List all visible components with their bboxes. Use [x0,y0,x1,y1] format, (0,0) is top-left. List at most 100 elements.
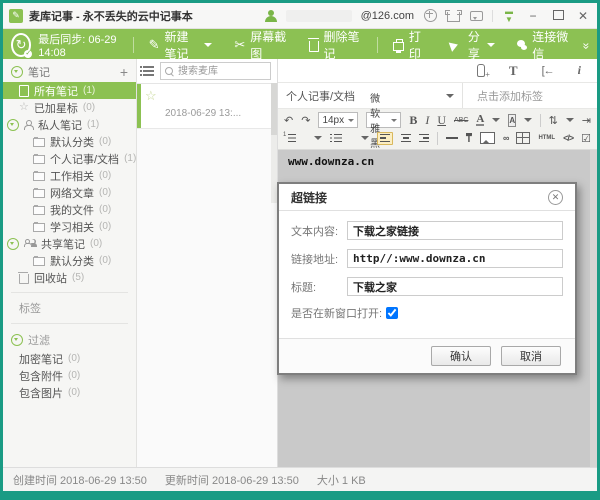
text-content-input[interactable] [347,221,563,240]
sidebar-item-default-category[interactable]: 默认分类 (0) [3,133,136,150]
list-view-icon[interactable] [143,66,154,68]
insert-table-icon[interactable] [516,132,530,144]
chevron-down-icon[interactable] [492,118,500,126]
minimize-button[interactable]: − [525,9,541,23]
sidebar-item-with-images[interactable]: 包含图片 (0) [3,384,136,401]
sidebar-item-web-articles[interactable]: 网络文章 (0) [3,184,136,201]
chevron-down-icon[interactable] [314,136,322,144]
connect-wechat-button[interactable]: 连接微信 [508,28,580,62]
chevron-down-icon[interactable] [361,136,369,144]
align-center-icon[interactable] [401,134,411,143]
font-color-icon[interactable]: A [476,114,484,126]
title-input[interactable] [347,277,563,296]
note-list-item[interactable]: ☆ 2018-06-29 13:... [137,84,277,129]
new-note-button[interactable]: ✎ 新建笔记 [140,28,222,62]
collapse-arrow-icon[interactable] [7,238,19,250]
toolbar-more-chevron[interactable]: » [580,42,594,47]
search-input[interactable] [176,65,266,78]
updated-time: 更新时间 2018-06-29 13:50 [165,472,299,488]
todo-checkbox-icon[interactable]: ☑ [581,132,591,145]
font-size-dropdown[interactable]: 14px [318,112,358,128]
collapse-arrow-icon[interactable] [11,66,23,78]
title-format-icon[interactable]: T [509,63,518,79]
sidebar-item-personal-docs[interactable]: 个人记事/文档 (1) [3,150,136,167]
redo-icon[interactable]: ↷ [301,114,310,127]
tags-section-header[interactable]: 标签 [3,299,136,317]
chevron-down-icon[interactable] [566,118,574,126]
open-new-window-checkbox[interactable] [386,307,398,319]
add-tag-field[interactable]: 点击添加标签 [463,88,557,104]
delete-note-button[interactable]: 删除笔记 [300,28,371,62]
sidebar-item-study[interactable]: 学习相关 (0) [3,218,136,235]
code-icon[interactable]: </> [563,133,573,143]
sidebar-item-encrypted-notes[interactable]: 加密笔记 (0) [3,350,136,367]
align-left-icon[interactable] [377,132,393,145]
maximize-button[interactable] [550,9,566,23]
feedback-icon[interactable] [469,9,483,23]
italic-icon[interactable]: I [425,113,429,128]
link-url-input[interactable] [347,249,563,268]
html-mode-icon[interactable]: HTML [538,135,555,141]
attachment-icon[interactable] [477,64,485,77]
sidebar-item-starred[interactable]: ☆ 已加星标 (0) [3,99,136,116]
indent-icon[interactable]: ⇥ [582,114,591,127]
user-email-blurred [286,10,352,22]
collapse-arrow-icon[interactable] [11,334,23,346]
dialog-close-icon[interactable]: ✕ [548,190,563,205]
insert-image-icon[interactable] [480,132,495,144]
close-button[interactable]: ✕ [575,9,591,23]
print-button[interactable]: 打印 [384,28,437,62]
gift-icon[interactable] [423,9,437,23]
chevron-down-icon[interactable] [524,118,532,126]
line-height-icon[interactable]: ⇅ [549,114,558,127]
star-icon[interactable]: ☆ [145,88,157,104]
strikethrough-icon[interactable]: ABC [454,117,468,124]
confirm-button[interactable]: 确认 [431,346,491,366]
sidebar-item-shared-notes[interactable]: 共享笔记 (0) [3,235,136,252]
collapse-arrow-icon[interactable] [7,119,19,131]
horizontal-rule-icon[interactable] [446,137,458,139]
dialog-body: 文本内容: 链接地址: 标题: 是否在新窗口打开: [279,211,575,321]
cancel-button[interactable]: 取消 [501,346,561,366]
notes-section-header[interactable]: 笔记 + [3,62,136,82]
screenshot-button[interactable]: ✂ 屏幕截图 [225,28,296,62]
main-menu-chevron-icon[interactable]: ▬▼ [502,9,516,23]
note-content-text: www.downza.cn [288,155,374,168]
sidebar-item-my-files[interactable]: 我的文件 (0) [3,201,136,218]
sidebar-item-all-notes[interactable]: 所有笔记 (1) [3,82,136,99]
search-box[interactable] [160,62,271,80]
align-right-icon[interactable] [419,134,429,143]
document-icon [19,85,29,97]
insert-link-icon[interactable]: ∞ [503,133,508,143]
undo-icon[interactable]: ↶ [284,114,293,127]
clear-format-icon[interactable]: T [466,133,472,144]
sidebar-item-recycle-bin[interactable]: 回收站 (5) [3,269,136,286]
sync-icon: ↻ [11,33,31,57]
sync-status[interactable]: ↻ 最后同步: 06-29 14:08 [11,31,127,59]
bold-icon[interactable]: B [409,113,417,128]
filter-section-header[interactable]: 过滤 [3,330,136,350]
sidebar-item-with-attachments[interactable]: 包含附件 (0) [3,367,136,384]
folder-icon [33,189,45,198]
theme-shirt-icon[interactable] [446,9,460,23]
scrollbar-thumb[interactable] [271,83,277,135]
folder-icon [33,172,45,181]
export-icon[interactable]: [← [542,65,554,77]
user-avatar-icon[interactable] [265,10,277,22]
underline-icon[interactable]: U [437,113,446,128]
sidebar-divider [11,323,128,324]
sidebar-item-private-notes[interactable]: 私人笔记 (1) [3,116,136,133]
share-button[interactable]: 分享 [441,28,505,62]
ordered-list-icon[interactable] [284,134,296,143]
scissors-icon: ✂ [234,37,245,53]
add-notebook-button[interactable]: + [120,64,128,80]
font-family-dropdown[interactable]: 微软雅黑 [366,112,401,128]
sidebar-item-shared-default-category[interactable]: 默认分类 (0) [3,252,136,269]
editor-scrollbar[interactable] [590,150,597,468]
bullet-list-icon[interactable] [330,134,342,143]
chevron-down-icon [487,43,495,51]
info-icon[interactable]: i [578,63,581,78]
editor-meta-row: 个人记事/文档 点击添加标签 [278,83,597,109]
highlight-color-icon[interactable]: A [508,114,516,127]
sidebar-item-work[interactable]: 工作相关 (0) [3,167,136,184]
